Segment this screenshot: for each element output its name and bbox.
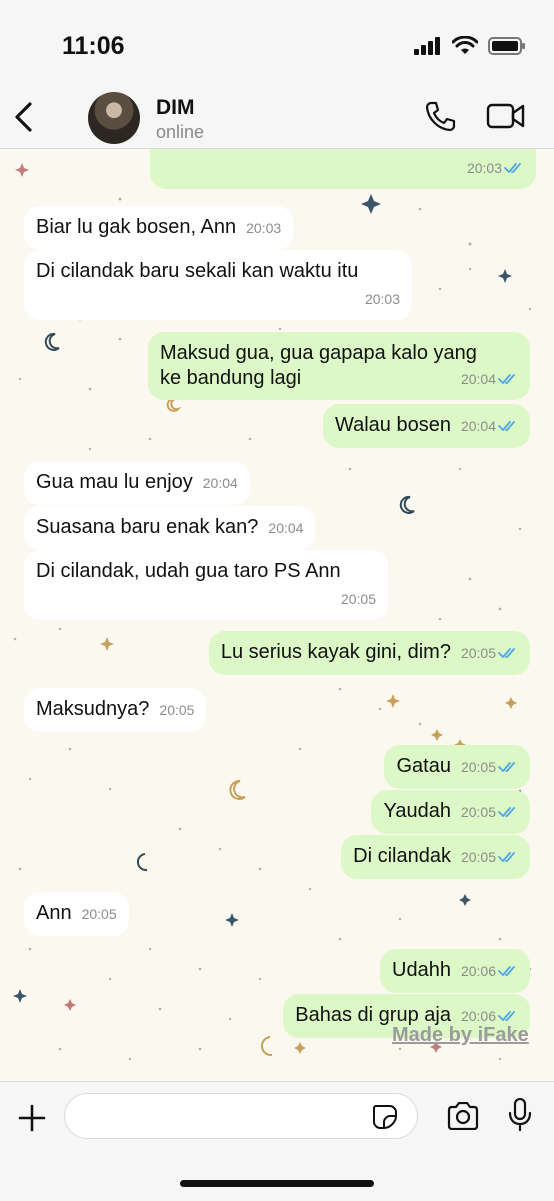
- message-time: 20:05: [460, 804, 496, 820]
- read-ticks-icon: [498, 648, 515, 658]
- message-incoming[interactable]: Maksudnya? 20:05: [24, 688, 207, 732]
- message-time: 20:05: [460, 759, 496, 775]
- message-text: Di cilandak, udah gua taro PS Ann: [36, 560, 341, 582]
- status-bar: 11:06: [0, 0, 554, 90]
- video-call-icon[interactable]: [486, 102, 526, 130]
- contact-name[interactable]: DIM: [156, 96, 195, 120]
- message-time: 20:03: [466, 160, 502, 176]
- message-outgoing[interactable]: Walau bosen 20:04: [322, 404, 530, 448]
- signal-icon: [414, 36, 440, 55]
- message-time: 20:05: [81, 906, 117, 922]
- message-text: Udahh: [392, 959, 451, 981]
- chat-header: DIM online: [0, 90, 554, 149]
- wifi-icon: [452, 36, 478, 54]
- message-incoming[interactable]: Ann 20:05: [24, 892, 129, 936]
- status-time: 11:06: [62, 32, 125, 60]
- message-time: 20:05: [159, 702, 195, 718]
- message-outgoing[interactable]: Yaudah 20:05: [371, 790, 530, 834]
- message-text: Suasana baru enak kan?: [36, 516, 259, 538]
- message-text: Gatau: [396, 755, 451, 777]
- battery-icon: [488, 36, 525, 55]
- message-time: 20:06: [460, 963, 496, 979]
- message-time: 20:04: [460, 371, 496, 387]
- read-ticks-icon: [498, 374, 515, 384]
- microphone-icon[interactable]: [508, 1098, 532, 1132]
- status-icons: [414, 36, 526, 55]
- message-text: Lu serius kayak gini, dim?: [220, 641, 451, 663]
- message-text: Gua mau lu enjoy: [36, 471, 193, 493]
- message-outgoing[interactable]: Gatau 20:05: [384, 745, 530, 789]
- contact-status: online: [156, 122, 205, 142]
- back-chevron-icon[interactable]: [12, 100, 34, 134]
- read-ticks-icon: [498, 807, 515, 817]
- avatar[interactable]: [88, 92, 140, 144]
- message-outgoing[interactable]: Di cilandak 20:05: [341, 835, 530, 879]
- chat-area[interactable]: 20:03 Biar lu gak bosen, Ann 20:03 Di cil…: [0, 149, 554, 1081]
- message-text: Di cilandak baru sekali kan waktu itu: [36, 260, 359, 282]
- message-incoming[interactable]: Gua mau lu enjoy 20:04: [24, 461, 250, 505]
- watermark: Made by iFake: [392, 1024, 529, 1046]
- message-time: 20:04: [202, 475, 238, 491]
- message-incoming[interactable]: Di cilandak baru sekali kan waktu itu 20…: [24, 250, 412, 320]
- message-text-line: Maksud gua, gua gapapa kalo yang: [160, 342, 477, 364]
- read-ticks-icon: [498, 1011, 515, 1021]
- camera-icon[interactable]: [446, 1102, 480, 1130]
- message-time: 20:05: [340, 591, 376, 607]
- read-ticks-icon: [498, 762, 515, 772]
- message-time: 20:05: [460, 645, 496, 661]
- message-time: 20:06: [460, 1008, 496, 1024]
- message-outgoing[interactable]: Udahh 20:06: [380, 949, 530, 993]
- message-outgoing[interactable]: Maksud gua, gua gapapa kalo yang ke band…: [148, 332, 530, 400]
- message-text: Biar lu gak bosen, Ann: [36, 216, 237, 238]
- home-indicator: [180, 1180, 374, 1187]
- message-text: Maksudnya?: [36, 698, 150, 720]
- message-incoming[interactable]: Biar lu gak bosen, Ann 20:03: [24, 206, 294, 250]
- message-outgoing[interactable]: Lu serius kayak gini, dim? 20:05: [208, 631, 530, 675]
- sticker-icon[interactable]: [372, 1104, 398, 1130]
- message-time: 20:03: [246, 220, 282, 236]
- message-outgoing-partial[interactable]: 20:03: [150, 149, 536, 189]
- message-incoming[interactable]: Suasana baru enak kan? 20:04: [24, 506, 316, 550]
- message-time: 20:05: [460, 849, 496, 865]
- message-text: Di cilandak: [353, 845, 451, 867]
- message-text: Walau bosen: [334, 414, 451, 436]
- read-ticks-icon: [498, 852, 515, 862]
- message-time: 20:03: [364, 291, 400, 307]
- plus-icon[interactable]: [18, 1104, 46, 1132]
- phone-icon[interactable]: [424, 100, 456, 132]
- message-input[interactable]: [64, 1093, 418, 1139]
- read-ticks-icon: [504, 163, 521, 173]
- message-time: 20:04: [460, 418, 496, 434]
- message-time: 20:04: [268, 520, 304, 536]
- message-incoming[interactable]: Di cilandak, udah gua taro PS Ann 20:05: [24, 550, 388, 620]
- message-text: Ann: [36, 902, 72, 924]
- composer-bar: [0, 1081, 554, 1201]
- message-text: Bahas di grup aja: [295, 1004, 451, 1026]
- read-ticks-icon: [498, 421, 515, 431]
- message-text-line: ke bandung lagi: [160, 367, 302, 389]
- read-ticks-icon: [498, 966, 515, 976]
- message-text: Yaudah: [383, 800, 451, 822]
